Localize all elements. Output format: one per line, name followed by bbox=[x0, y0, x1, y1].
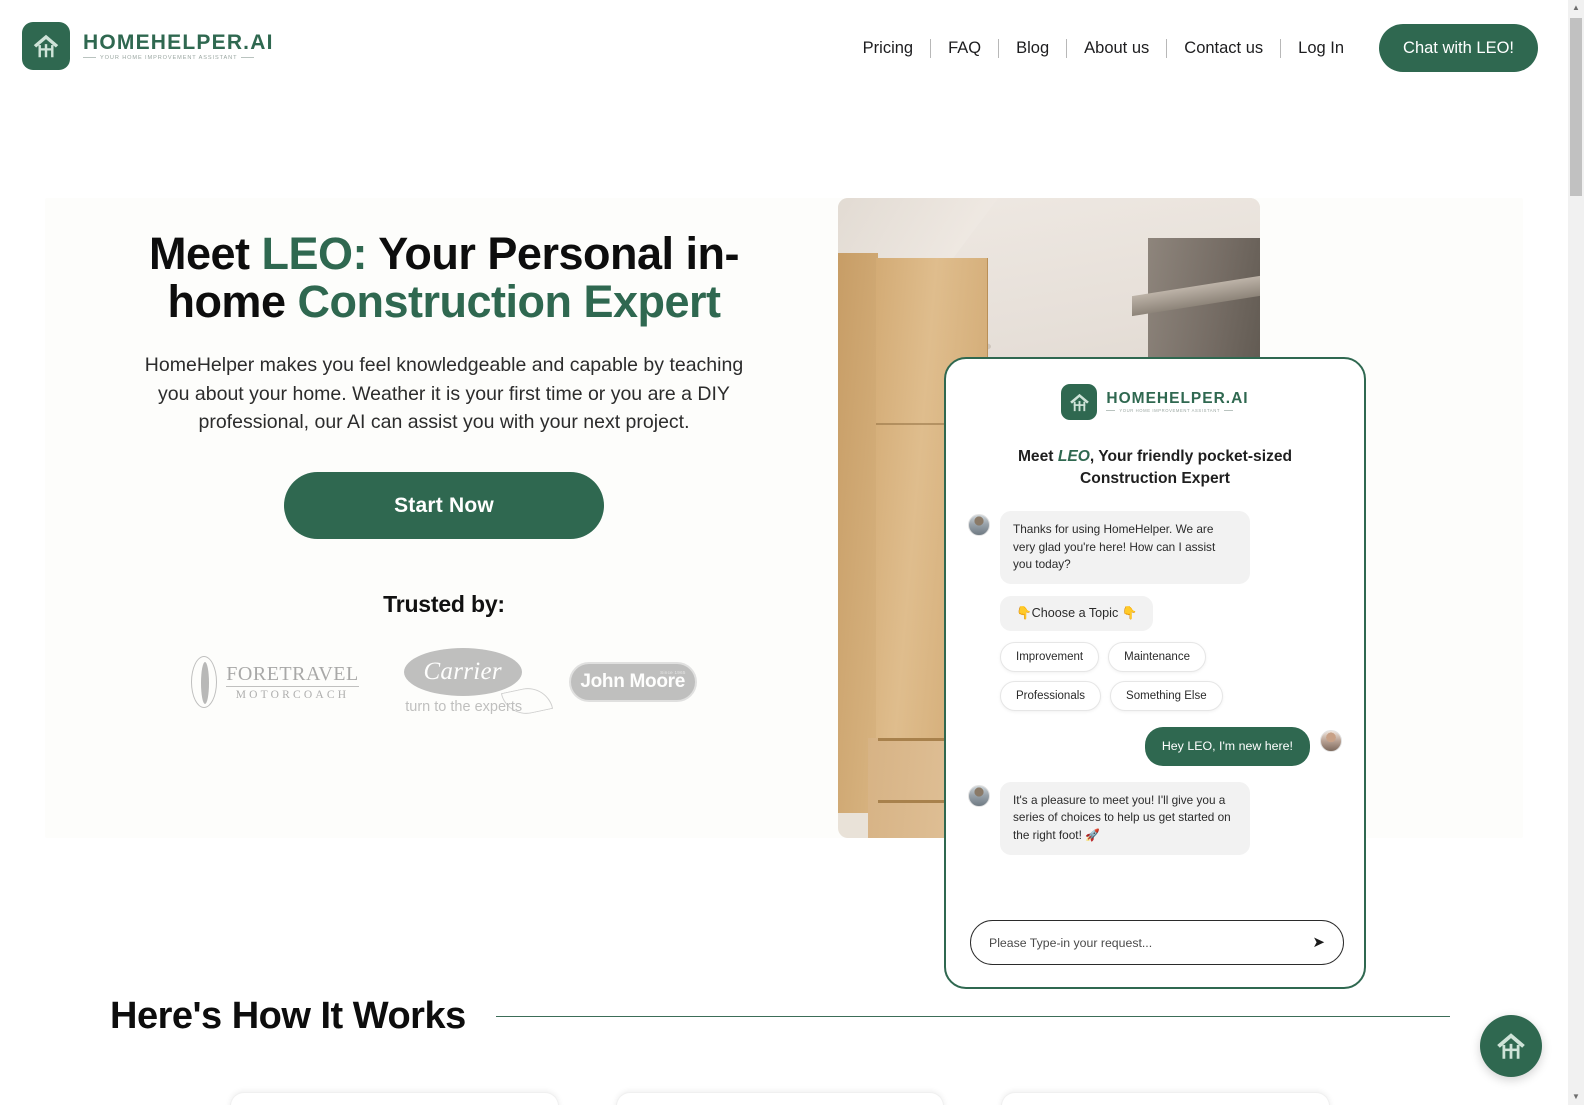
nav-link-pricing[interactable]: Pricing bbox=[846, 24, 930, 72]
chat-input[interactable] bbox=[989, 935, 1313, 950]
chat-headline-pre: Meet bbox=[1017, 448, 1058, 465]
chat-bubble-text: Hey LEO, I'm new here! bbox=[1144, 727, 1310, 766]
carrier-name: Carrier bbox=[423, 658, 502, 686]
photo-cabinet-far-left bbox=[838, 253, 878, 813]
page-root: HOMEHELPER.AI YOUR HOME IMPROVEMENT ASSI… bbox=[0, 0, 1584, 1105]
brand-tagline: YOUR HOME IMPROVEMENT ASSISTANT bbox=[83, 55, 274, 61]
logo-carrier: Carrier turn to the experts bbox=[389, 646, 553, 719]
nav-link-blog[interactable]: Blog bbox=[999, 24, 1066, 72]
scrollbar-thumb[interactable] bbox=[1570, 18, 1582, 196]
chat-message-user: Hey LEO, I'm new here! bbox=[968, 727, 1342, 766]
brand-text: HOMEHELPER.AI YOUR HOME IMPROVEMENT ASSI… bbox=[83, 32, 274, 61]
foretravel-sub: MOTORCOACH bbox=[235, 688, 350, 701]
chat-headline: Meet LEO, Your friendly pocket-sized Con… bbox=[980, 446, 1330, 489]
foretravel-emblem-icon bbox=[191, 656, 218, 709]
chip-maintenance[interactable]: Maintenance bbox=[1108, 642, 1206, 673]
trusted-logos: FORETRAVEL MOTORCOACH Carrier turn to th… bbox=[140, 646, 748, 719]
house-icon bbox=[22, 22, 70, 70]
chat-message-list: Thanks for using HomeHelper. We are very… bbox=[946, 511, 1364, 855]
scrollbar-down-arrow[interactable]: ▼ bbox=[1568, 1089, 1584, 1105]
chat-brand-name: HOMEHELPER.AI bbox=[1106, 389, 1249, 407]
foretravel-wordmark: FORETRAVEL MOTORCOACH bbox=[226, 662, 359, 701]
logo-john-moore: John Moore Since 1965 bbox=[568, 662, 697, 703]
site-header: HOMEHELPER.AI YOUR HOME IMPROVEMENT ASSI… bbox=[0, 0, 1568, 95]
start-now-button[interactable]: Start Now bbox=[284, 472, 604, 540]
chip-improvement[interactable]: Improvement bbox=[1000, 642, 1100, 673]
trusted-by-label: Trusted by: bbox=[383, 591, 505, 618]
logo-foretravel: FORETRAVEL MOTORCOACH bbox=[191, 656, 359, 709]
brand-name: HOMEHELPER.AI bbox=[83, 30, 274, 54]
how-it-works-title: Here's How It Works bbox=[110, 995, 466, 1037]
main-nav: Pricing FAQ Blog About us Contact us Log… bbox=[846, 24, 1538, 72]
bot-avatar bbox=[968, 514, 990, 537]
chat-input-container[interactable]: ➤ bbox=[970, 920, 1344, 965]
how-it-works-card[interactable] bbox=[230, 1092, 559, 1105]
how-it-works-card[interactable] bbox=[1001, 1092, 1331, 1105]
hero-title-green: Construction Expert bbox=[297, 275, 721, 327]
chat-headline-leo: LEO bbox=[1057, 448, 1090, 465]
chat-bubble-text: Thanks for using HomeHelper. We are very… bbox=[1000, 511, 1250, 585]
chat-headline-post: , Your friendly pocket-sized Constructio… bbox=[1080, 448, 1293, 487]
hero-title-leo: LEO: bbox=[261, 228, 368, 279]
chat-brand-tagline: YOUR HOME IMPROVEMENT ASSISTANT bbox=[1106, 408, 1248, 413]
carrier-sub: turn to the experts bbox=[405, 699, 523, 716]
foretravel-name: FORETRAVEL bbox=[226, 662, 359, 687]
chat-with-leo-button[interactable]: Chat with LEO! bbox=[1379, 24, 1538, 72]
house-icon bbox=[1497, 1033, 1525, 1059]
chat-choose-topic-bubble: 👇Choose a Topic 👇 bbox=[1000, 596, 1154, 632]
user-avatar bbox=[1320, 730, 1342, 753]
nav-link-faq[interactable]: FAQ bbox=[931, 24, 998, 72]
floating-chat-button[interactable] bbox=[1480, 1015, 1542, 1077]
nav-link-log-in[interactable]: Log In bbox=[1281, 24, 1361, 72]
carrier-emblem-icon: Carrier bbox=[403, 648, 522, 697]
how-it-works-card[interactable] bbox=[615, 1092, 945, 1105]
chat-message-bot-reply: It's a pleasure to meet you! I'll give y… bbox=[968, 781, 1342, 855]
hero-subtitle: HomeHelper makes you feel knowledgeable … bbox=[144, 354, 744, 433]
john-moore-sub: Since 1965 bbox=[660, 670, 686, 676]
nav-link-contact-us[interactable]: Contact us bbox=[1167, 24, 1280, 72]
hero-title: Meet LEO: Your Personal in-home Construc… bbox=[140, 230, 748, 325]
chat-topic-chips: Improvement Maintenance Professionals So… bbox=[1000, 642, 1260, 712]
how-it-works-divider bbox=[495, 1015, 1450, 1018]
chat-bubble-text: It's a pleasure to meet you! I'll give y… bbox=[1000, 781, 1250, 855]
brand-logo[interactable]: HOMEHELPER.AI YOUR HOME IMPROVEMENT ASSI… bbox=[22, 22, 274, 70]
send-arrow-icon[interactable]: ➤ bbox=[1312, 935, 1325, 950]
chat-message-bot-greeting: Thanks for using HomeHelper. We are very… bbox=[968, 511, 1342, 585]
chat-brand-text: HOMEHELPER.AI YOUR HOME IMPROVEMENT ASSI… bbox=[1106, 391, 1248, 414]
chip-professionals[interactable]: Professionals bbox=[1000, 681, 1102, 712]
hero-title-part1: Meet bbox=[149, 228, 262, 279]
bot-avatar bbox=[968, 784, 990, 807]
page-scrollbar[interactable]: ▲ ▼ bbox=[1568, 0, 1584, 1105]
chat-preview-card: HOMEHELPER.AI YOUR HOME IMPROVEMENT ASSI… bbox=[944, 357, 1366, 989]
how-it-works-section: Here's How It Works bbox=[110, 995, 1450, 1038]
chat-brand-logo: HOMEHELPER.AI YOUR HOME IMPROVEMENT ASSI… bbox=[946, 384, 1364, 420]
hero-left-column: Meet LEO: Your Personal in-home Construc… bbox=[140, 230, 748, 719]
how-it-works-cards bbox=[230, 1092, 1331, 1105]
house-icon bbox=[1061, 384, 1098, 420]
scrollbar-up-arrow[interactable]: ▲ bbox=[1568, 0, 1584, 16]
nav-link-about-us[interactable]: About us bbox=[1067, 24, 1166, 72]
chip-something-else[interactable]: Something Else bbox=[1110, 681, 1223, 712]
